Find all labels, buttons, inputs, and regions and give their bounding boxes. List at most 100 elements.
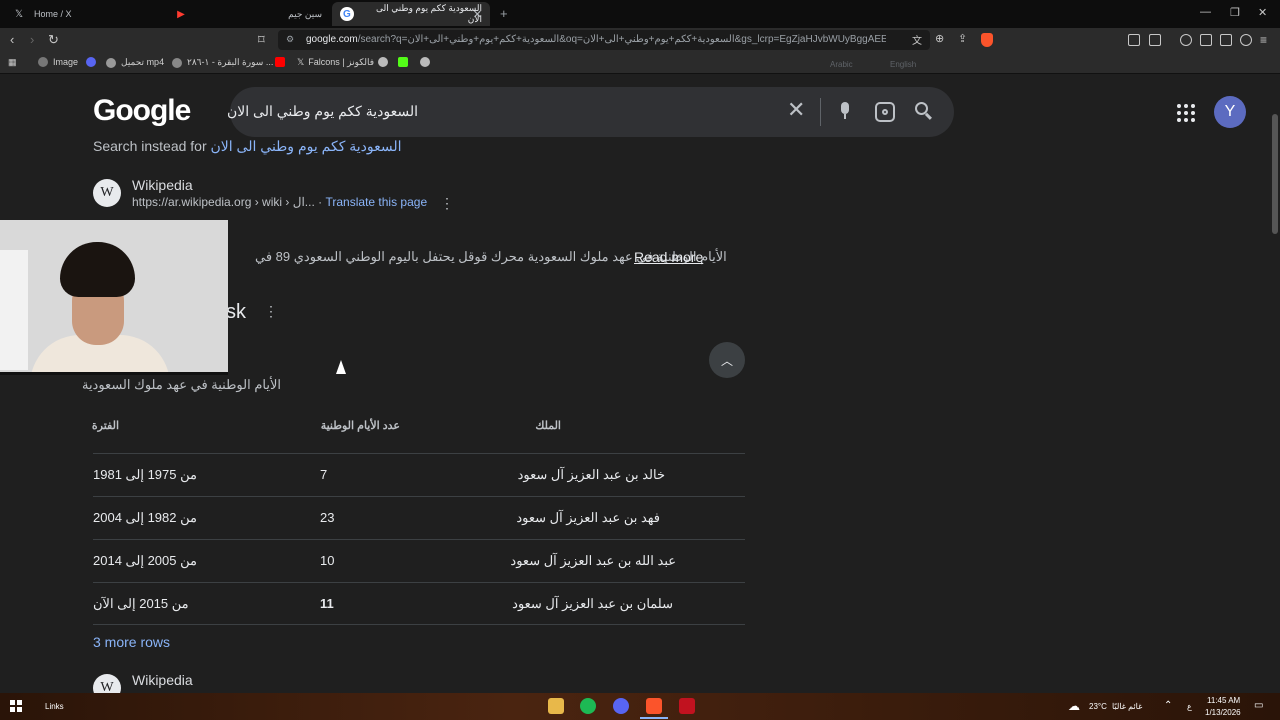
close-window-button[interactable]: ✕ (1258, 6, 1267, 19)
result-site-name[interactable]: Wikipedia (132, 672, 193, 688)
split-view-icon[interactable] (1200, 34, 1212, 46)
google-apps-icon[interactable] (1177, 104, 1195, 122)
brave-browser-icon[interactable] (646, 698, 662, 714)
table-row: فهد بن عبد العزيز آل سعود 23 من 1982 إلى… (93, 496, 745, 539)
google-lens-icon[interactable] (875, 102, 895, 122)
notifications-icon[interactable]: ▭ (1254, 700, 1263, 711)
section-menu-icon[interactable]: ⋮ (264, 303, 278, 320)
result-menu-icon[interactable]: ⋮ (440, 195, 454, 212)
google-logo[interactable]: Google (93, 94, 191, 128)
globe-icon (378, 57, 388, 67)
links-toolbar[interactable]: Links (45, 702, 64, 711)
windows-taskbar: Links ☁ 23°C غائم غالبًا ⌃ ع 11:45 AM 1/… (0, 693, 1280, 720)
reload-button[interactable]: ↻ (48, 32, 59, 48)
bookmark-icon[interactable]: ⌑ (258, 32, 265, 48)
active-app-indicator (640, 717, 668, 719)
weather-icon[interactable]: ☁ (1068, 699, 1080, 713)
bookmark-globe-2[interactable] (420, 57, 435, 67)
voice-search-icon[interactable] (839, 102, 851, 120)
scrollbar-thumb[interactable] (1272, 114, 1278, 234)
leo-ai-icon[interactable] (1240, 34, 1252, 46)
section-title: sk (226, 301, 246, 323)
result-url: https://ar.wikipedia.org › wiki › ال... … (132, 195, 427, 209)
globe-icon (38, 57, 48, 67)
back-button[interactable]: ‹ (10, 32, 14, 47)
cell-period: من 2015 إلى الآن (93, 596, 189, 611)
youtube-icon (275, 57, 285, 67)
weather-text[interactable]: غائم غالبًا (1112, 702, 1142, 711)
share-icon[interactable]: ⇪ (958, 32, 967, 45)
x-logo-icon: 𝕏 (297, 57, 305, 67)
tab-youtube[interactable]: ▶ سين جيم (166, 2, 330, 26)
address-bar[interactable]: ⚙ google.com/search?q=السعودية+ككم+يوم+و… (278, 30, 930, 50)
spotify-icon[interactable] (580, 698, 596, 714)
tab-x[interactable]: 𝕏 Home / X (4, 2, 164, 26)
wikipedia-icon: W (93, 179, 121, 207)
column-header-count: عدد الأيام الوطنية (320, 420, 400, 432)
sidebar-icon[interactable] (1149, 34, 1161, 46)
zoom-icon[interactable]: ⊕ (935, 32, 944, 45)
apps-grid-icon[interactable]: ▦ (8, 57, 17, 68)
extensions-icon[interactable] (1128, 34, 1140, 46)
search-instead: Search instead for السعودية ككم يوم وطني… (93, 138, 402, 155)
bookmark-quran[interactable]: سورة البقرة - ١-٢٨٦ ... (172, 57, 273, 68)
translate-page-link[interactable]: Translate this page (326, 195, 428, 209)
cell-king: سلمان بن عبد العزيز آل سعود (512, 596, 673, 611)
new-tab-button[interactable]: + (500, 6, 508, 21)
maximize-button[interactable]: ❐ (1230, 6, 1240, 19)
windows-start-icon[interactable] (10, 700, 22, 712)
discord-icon[interactable] (613, 698, 629, 714)
clock-date[interactable]: 1/13/2026 (1205, 708, 1241, 717)
google-icon: G (340, 7, 354, 21)
recording-app-icon[interactable] (679, 698, 695, 714)
bookmark-label: تحميل mp4 (121, 57, 165, 67)
translate-to[interactable]: English (890, 60, 916, 69)
bookmark-image[interactable]: Image (38, 57, 78, 67)
search-input[interactable]: السعودية ككم يوم وطني الى الان (227, 103, 418, 120)
tab-google-search[interactable]: G السعودية ككم يوم وطني الى الان ✕ (332, 2, 490, 26)
title-bar: 𝕏 Home / X ▶ سين جيم G السعودية ككم يوم … (0, 0, 1280, 28)
clock-time[interactable]: 11:45 AM (1207, 696, 1240, 705)
translate-icon[interactable]: 文 (912, 32, 922, 47)
search-instead-link[interactable]: السعودية ككم يوم وطني الى الان (211, 138, 402, 154)
wallet-icon[interactable] (1220, 34, 1232, 46)
read-more-link[interactable]: Read more (634, 249, 703, 265)
site-info-icon[interactable]: ⚙ (286, 34, 294, 45)
bookmark-globe[interactable] (378, 57, 393, 67)
menu-icon[interactable]: ≡ (1260, 33, 1267, 47)
url-path: /search?q=السعودية+ككم+يوم+وطني+الى+الان… (357, 34, 886, 45)
search-instead-prefix: Search instead for (93, 138, 207, 154)
search-box[interactable]: السعودية ككم يوم وطني الى الان ✕ (227, 87, 954, 137)
bookmark-kick[interactable] (398, 57, 413, 67)
cell-king: خالد بن عبد العزيز آل سعود (517, 467, 665, 482)
more-rows-link[interactable]: 3 more rows (93, 634, 170, 650)
collapse-chevron-icon[interactable]: ︿ (709, 342, 745, 378)
bookmark-youtube[interactable] (275, 57, 290, 67)
search-icon[interactable] (915, 102, 933, 120)
bookmark-falcons[interactable]: 𝕏 Falcons | فالكونز (297, 57, 374, 68)
weather-temp[interactable]: 23°C (1089, 702, 1107, 711)
clear-search-icon[interactable]: ✕ (787, 97, 805, 123)
result-site-name[interactable]: Wikipedia (132, 177, 193, 193)
cell-period: من 1975 إلى 1981 (93, 467, 197, 482)
page-scrollbar[interactable] (1270, 74, 1280, 693)
file-explorer-icon[interactable] (548, 698, 564, 714)
globe-icon (172, 57, 182, 68)
tab-title: Home / X (34, 9, 72, 19)
account-avatar[interactable]: Y (1214, 96, 1246, 128)
language-indicator[interactable]: ع (1187, 702, 1192, 711)
table-row: عبد الله بن عبد العزيز آل سعود 10 من 200… (93, 539, 745, 582)
tray-chevron-icon[interactable]: ⌃ (1164, 700, 1172, 711)
media-icon[interactable] (1180, 34, 1192, 46)
webcam-overlay (0, 220, 228, 375)
translate-from[interactable]: Arabic (830, 60, 853, 69)
table-caption: الأيام الوطنية في عهد ملوك السعودية (81, 377, 281, 392)
brave-shields-icon[interactable] (981, 33, 993, 47)
table-row: سلمان بن عبد العزيز آل سعود 11 من 2015 إ… (93, 582, 745, 625)
minimize-button[interactable]: — (1200, 6, 1211, 18)
bookmark-discord[interactable] (86, 57, 101, 67)
bookmark-mp4[interactable]: تحميل mp4 (106, 57, 164, 68)
tab-close-icon[interactable]: ✕ (473, 8, 482, 21)
table-row: خالد بن عبد العزيز آل سعود 7 من 1975 إلى… (93, 453, 745, 496)
forward-button[interactable]: › (30, 32, 34, 47)
